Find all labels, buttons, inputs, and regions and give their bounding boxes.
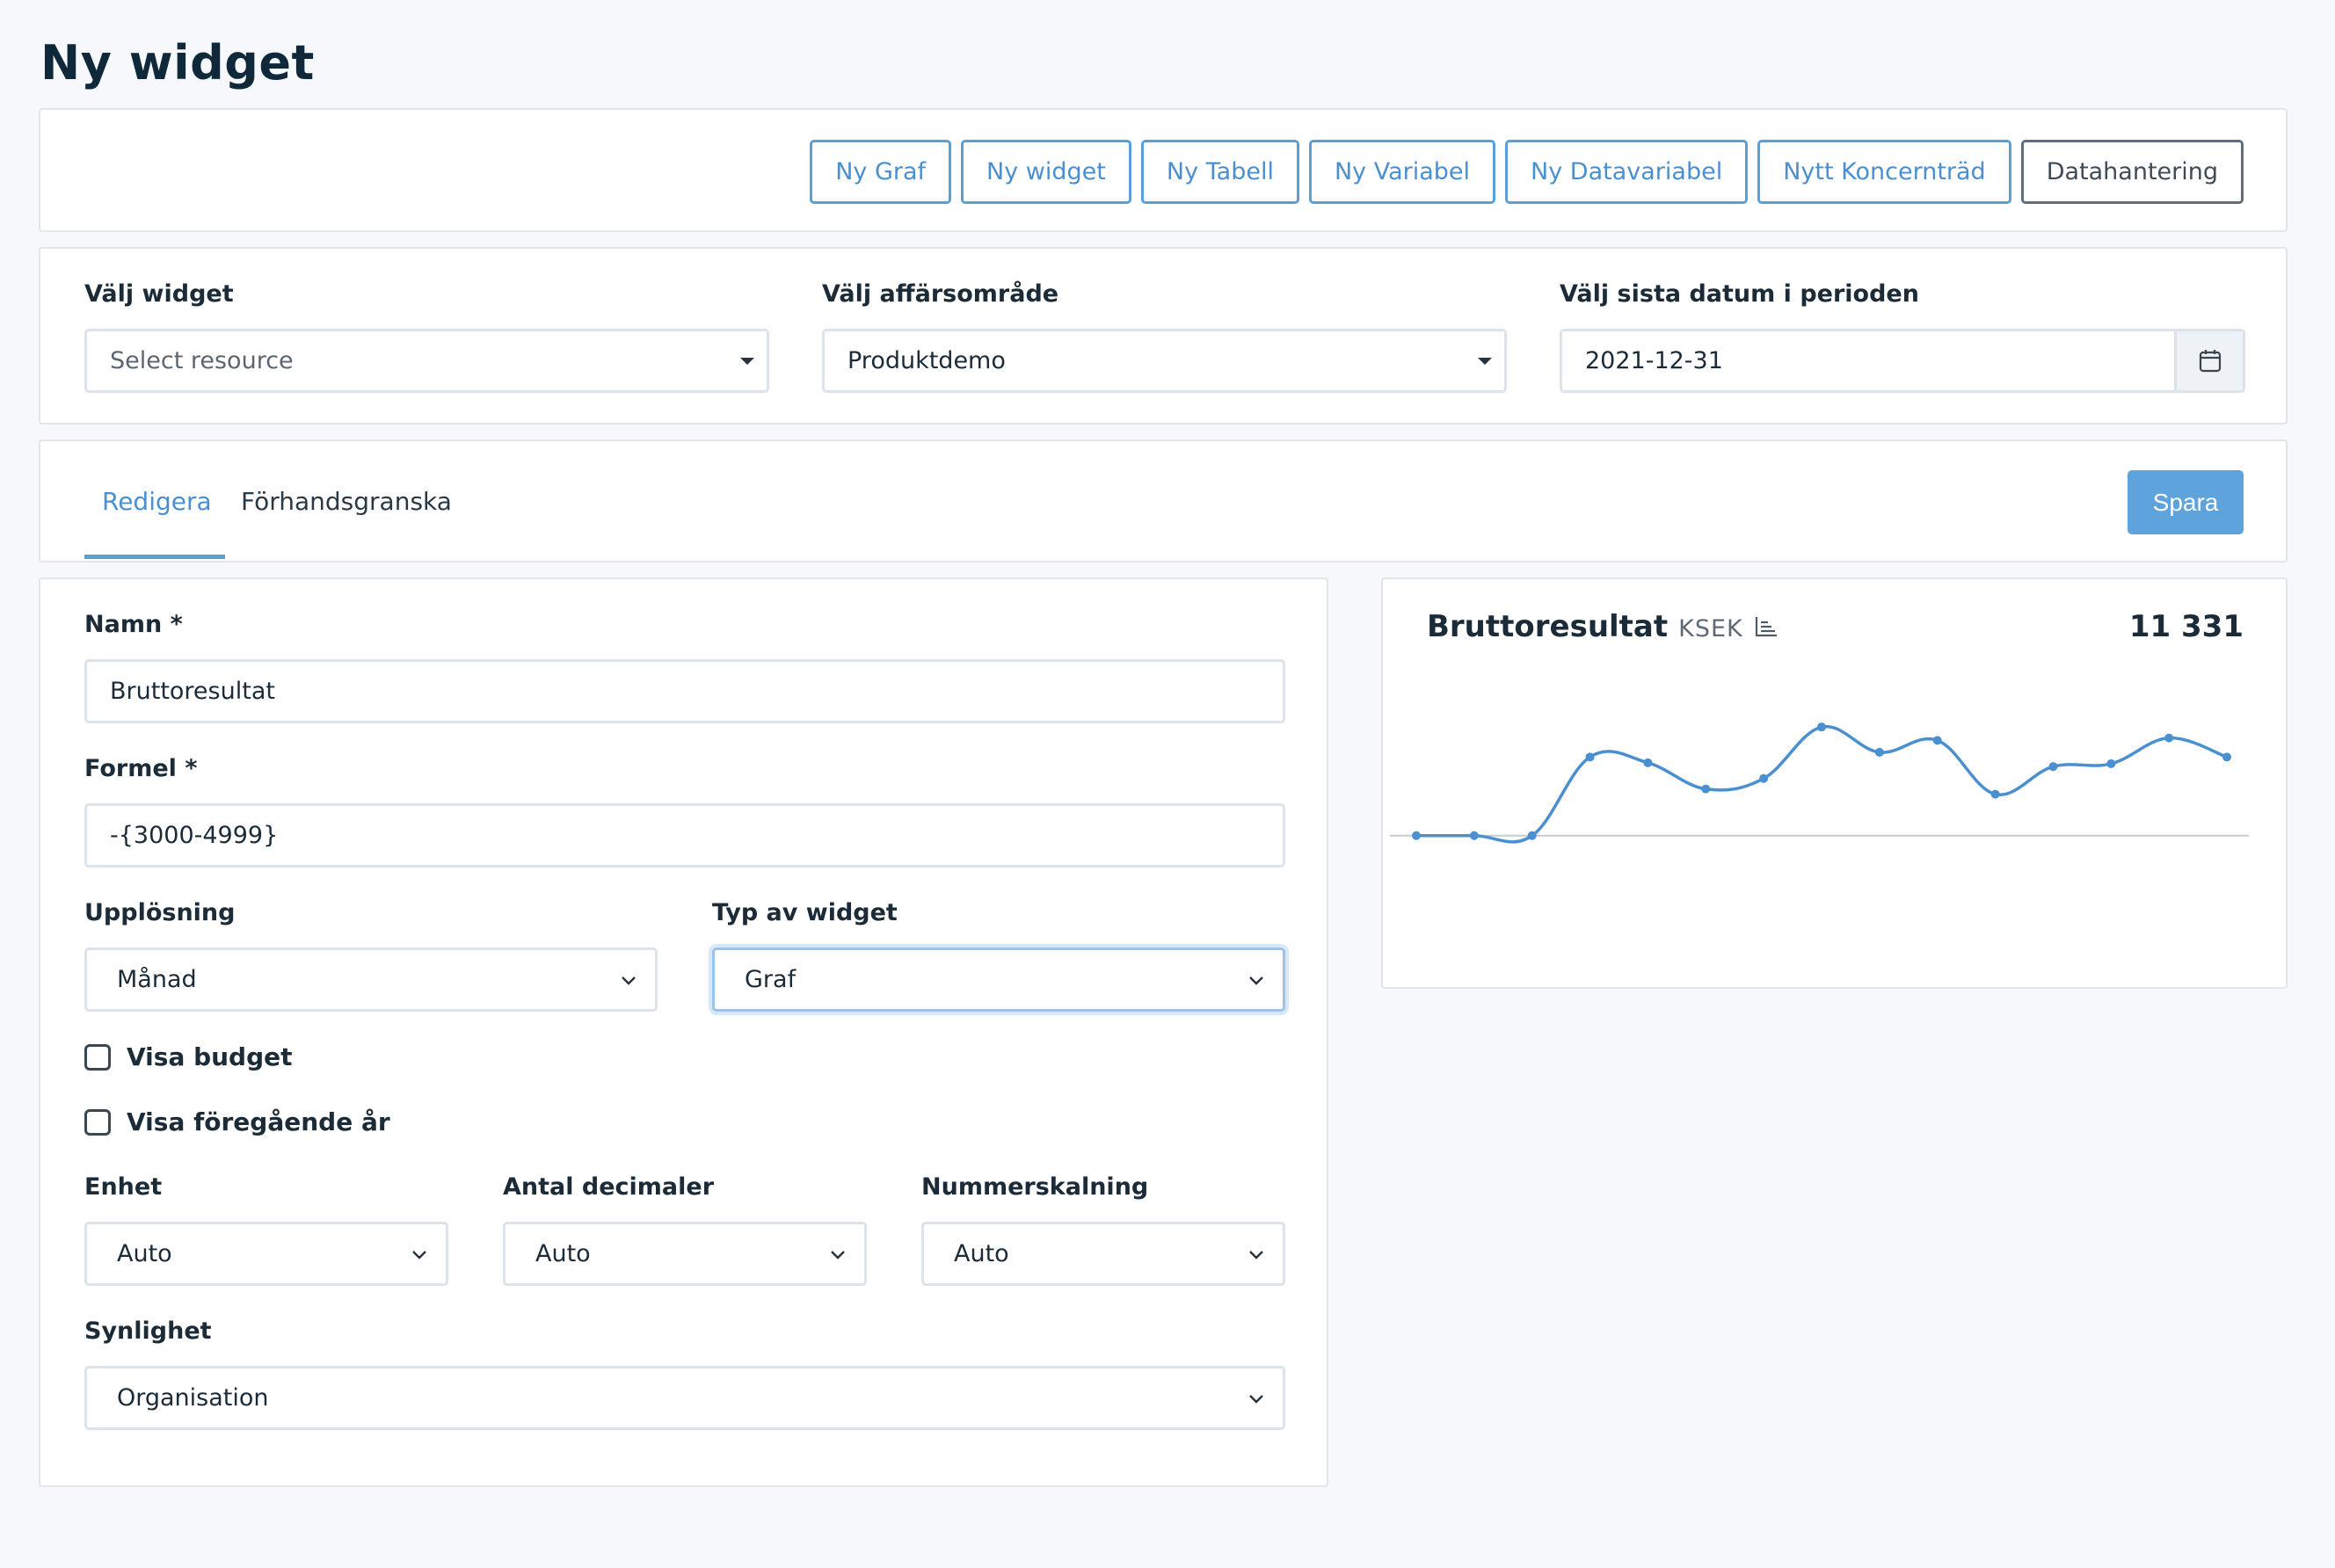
data-point[interactable] — [1585, 752, 1595, 762]
show-budget-label: Visa budget — [127, 1042, 293, 1071]
chevron-down-icon — [1249, 1395, 1263, 1404]
chevron-down-icon — [831, 1251, 845, 1259]
widget-type-label: Typ av widget — [712, 899, 898, 926]
new-graph-button[interactable]: Ny Graf — [810, 140, 952, 204]
select-area-value: Produktdemo — [847, 347, 1006, 374]
show-prev-year-row[interactable]: Visa föregående år — [84, 1107, 390, 1136]
resolution-label: Upplösning — [84, 899, 236, 926]
line-chart — [1390, 722, 2249, 844]
visibility-select[interactable]: Organisation — [84, 1366, 1285, 1430]
select-widget-label: Välj widget — [84, 280, 234, 308]
new-group-tree-button[interactable]: Nytt Koncernträd — [1757, 140, 2011, 204]
scaling-value: Auto — [954, 1240, 1009, 1267]
data-point[interactable] — [1701, 784, 1711, 794]
date-input[interactable]: 2021-12-31 — [1560, 329, 2245, 393]
calendar-button[interactable] — [2174, 331, 2243, 390]
tabs-card: Redigera Förhandsgranska Spara — [39, 439, 2288, 563]
series-line — [1416, 724, 2228, 844]
active-tab-indicator — [84, 555, 225, 559]
unit-value: Auto — [117, 1240, 172, 1267]
chevron-down-icon — [412, 1251, 426, 1259]
name-input[interactable]: Bruttoresultat — [84, 659, 1285, 723]
tab-edit[interactable]: Redigera — [102, 487, 212, 516]
select-area-label: Välj affärsområde — [822, 280, 1059, 308]
widget-type-value: Graf — [745, 966, 797, 993]
data-point[interactable] — [1527, 831, 1537, 840]
resolution-select[interactable]: Månad — [84, 947, 658, 1012]
select-date-label: Välj sista datum i perioden — [1560, 280, 1919, 308]
select-widget-dropdown[interactable]: Select resource — [84, 329, 769, 393]
toolbar-card: Ny Graf Ny widget Ny Tabell Ny Variabel … — [39, 108, 2288, 232]
caret-down-icon — [740, 358, 754, 365]
formula-input[interactable]: -{3000-4999} — [84, 803, 1285, 867]
show-prev-year-label: Visa föregående år — [127, 1107, 390, 1136]
visibility-value: Organisation — [117, 1384, 269, 1412]
caret-down-icon — [1478, 358, 1492, 365]
decimals-value: Auto — [535, 1240, 591, 1267]
decimals-select[interactable]: Auto — [503, 1222, 867, 1286]
select-area-dropdown[interactable]: Produktdemo — [822, 329, 1507, 393]
unit-label: Enhet — [84, 1173, 163, 1201]
visibility-label: Synlighet — [84, 1318, 212, 1345]
data-point[interactable] — [1874, 747, 1884, 757]
chevron-down-icon — [1249, 976, 1263, 985]
resolution-value: Månad — [117, 966, 197, 993]
show-budget-checkbox[interactable] — [84, 1043, 111, 1071]
show-prev-year-checkbox[interactable] — [84, 1108, 111, 1136]
show-budget-row[interactable]: Visa budget — [84, 1042, 293, 1071]
data-point[interactable] — [2048, 762, 2058, 772]
scaling-label: Nummerskalning — [921, 1173, 1149, 1201]
data-point[interactable] — [1990, 789, 2000, 799]
tab-preview[interactable]: Förhandsgranska — [241, 487, 452, 516]
widget-form: Namn * Bruttoresultat Formel * -{3000-49… — [39, 577, 1328, 1487]
data-point[interactable] — [2222, 752, 2231, 762]
data-point[interactable] — [1469, 831, 1479, 840]
data-point[interactable] — [2106, 759, 2116, 768]
data-point[interactable] — [2164, 733, 2174, 743]
data-point[interactable] — [1759, 773, 1769, 783]
widget-type-select[interactable]: Graf — [712, 947, 1285, 1012]
data-point[interactable] — [1412, 831, 1421, 840]
data-point[interactable] — [1643, 758, 1653, 767]
data-management-button[interactable]: Datahantering — [2020, 140, 2244, 204]
toolbar-buttons: Ny Graf Ny widget Ny Tabell Ny Variabel … — [810, 140, 2244, 204]
select-widget-placeholder: Select resource — [110, 347, 294, 374]
chevron-down-icon — [1249, 1251, 1263, 1259]
new-variable-button[interactable]: Ny Variabel — [1308, 140, 1496, 204]
formula-label: Formel * — [84, 755, 198, 782]
new-table-button[interactable]: Ny Tabell — [1140, 140, 1299, 204]
chevron-down-icon — [622, 976, 636, 985]
date-value: 2021-12-31 — [1585, 347, 1723, 374]
decimals-label: Antal decimaler — [503, 1173, 715, 1201]
new-widget-button[interactable]: Ny widget — [961, 140, 1131, 204]
widget-preview-card: Bruttoresultat KSEK 11 331 — [1381, 577, 2288, 989]
data-point[interactable] — [1932, 736, 1942, 745]
selector-card: Välj widget Select resource Välj affärso… — [39, 247, 2288, 425]
unit-select[interactable]: Auto — [84, 1222, 448, 1286]
save-button[interactable]: Spara — [2128, 470, 2244, 534]
scaling-select[interactable]: Auto — [921, 1222, 1285, 1286]
calendar-icon — [2199, 349, 2221, 372]
new-datavariable-button[interactable]: Ny Datavariabel — [1505, 140, 1749, 204]
page-title: Ny widget — [40, 35, 315, 91]
name-label: Namn * — [84, 611, 183, 638]
data-point[interactable] — [1817, 722, 1826, 732]
